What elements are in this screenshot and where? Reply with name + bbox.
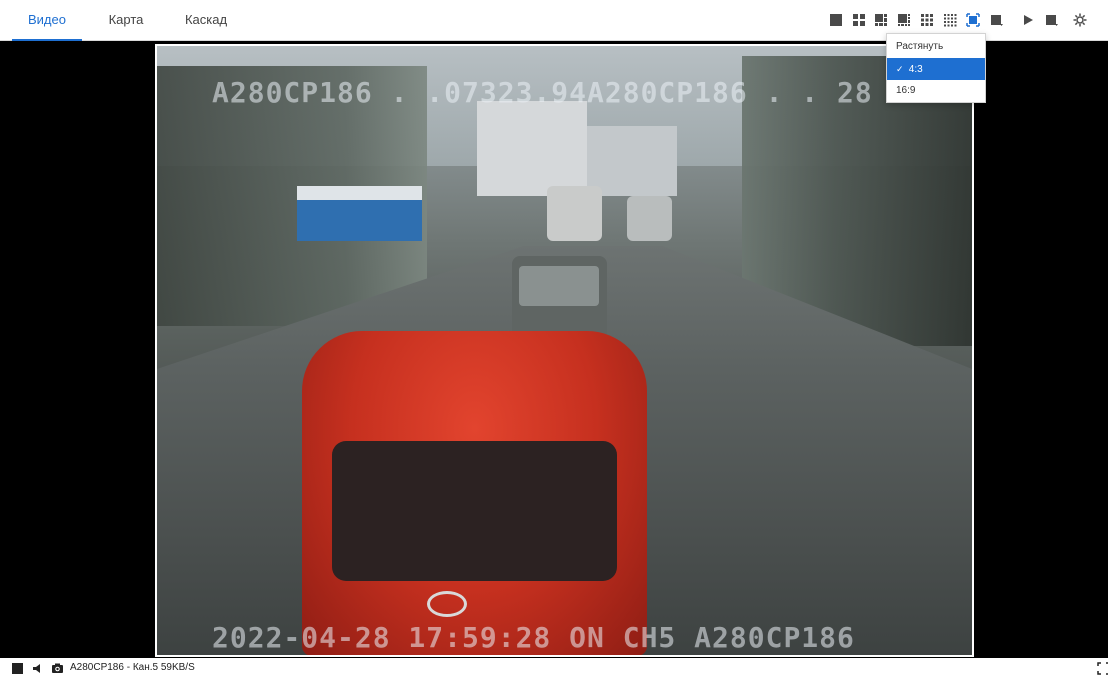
settings-icon[interactable] <box>1073 13 1087 27</box>
video-area[interactable]: A280CP186 . .07323.94A280CP186 . . 28 20… <box>0 41 1108 658</box>
layout-4-icon[interactable] <box>852 13 866 27</box>
aspect-ratio-icon[interactable] <box>966 13 980 27</box>
layout-dropdown-icon[interactable] <box>990 13 1004 27</box>
menu-item-16-9[interactable]: 16:9 <box>887 80 985 102</box>
layout-6-icon[interactable] <box>874 13 888 27</box>
aspect-ratio-menu: Растянуть ✓ 4:3 16:9 <box>886 33 986 103</box>
osd-timestamp: 2022-04-28 17:59:28 ON CH5 A280CP186 <box>212 621 855 654</box>
tab-video[interactable]: Видео <box>12 0 82 41</box>
camera-snapshot-icon[interactable] <box>51 662 64 675</box>
check-icon: ✓ <box>896 64 904 74</box>
window-dropdown-icon[interactable] <box>1045 13 1059 27</box>
menu-item-stretch[interactable]: Растянуть <box>887 36 985 58</box>
tab-cascade[interactable]: Каскад <box>170 0 242 40</box>
status-bar: A280CP186 - Кан.5 59KB/S <box>0 658 1108 679</box>
camera-feed: A280CP186 . .07323.94A280CP186 . . 28 20… <box>157 46 972 655</box>
osd-top-text: A280CP186 . .07323.94A280CP186 . . 28 <box>212 76 873 109</box>
channel-status-text: A280CP186 - Кан.5 59KB/S <box>70 662 195 673</box>
layout-9-icon[interactable] <box>920 13 934 27</box>
stop-icon[interactable] <box>11 662 24 675</box>
layout-1-icon[interactable] <box>829 13 843 27</box>
menu-item-label: 4:3 <box>908 64 923 75</box>
volume-icon[interactable] <box>31 662 44 675</box>
play-icon[interactable] <box>1021 13 1035 27</box>
tab-map[interactable]: Карта <box>96 0 156 40</box>
car-logo <box>427 591 467 617</box>
fullscreen-icon[interactable] <box>1097 662 1108 675</box>
layout-16-icon[interactable] <box>943 13 957 27</box>
menu-item-label: Растянуть <box>896 41 944 52</box>
video-frame[interactable]: A280CP186 . .07323.94A280CP186 . . 28 20… <box>155 44 974 657</box>
layout-8-icon[interactable] <box>897 13 911 27</box>
menu-item-label: 16:9 <box>896 85 916 96</box>
menu-item-4-3[interactable]: ✓ 4:3 <box>887 58 985 80</box>
